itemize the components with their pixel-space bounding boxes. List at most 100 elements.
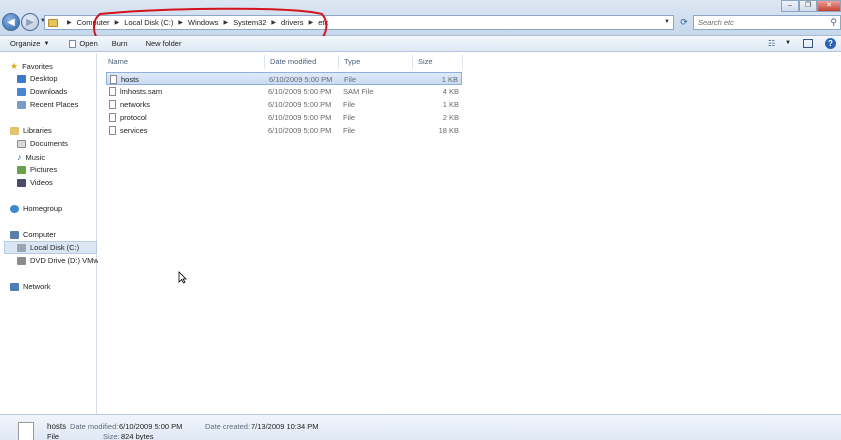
details-created-value: 7/13/2009 10:34 PM xyxy=(251,422,319,431)
back-button[interactable]: ◀ xyxy=(2,13,20,31)
nav-network[interactable]: Network xyxy=(10,282,51,291)
nav-pictures[interactable]: Pictures xyxy=(17,165,57,174)
chevron-right-icon[interactable]: ▶ xyxy=(67,19,72,26)
column-header-name[interactable]: Name xyxy=(108,57,128,66)
organize-button[interactable]: Organize ▼ xyxy=(10,39,49,48)
nav-label: Local Disk (C:) xyxy=(30,243,80,252)
file-row-networks[interactable]: networks 6/10/2009 5:00 PM File 1 KB xyxy=(106,98,462,111)
nav-local-disk[interactable]: Local Disk (C:) xyxy=(4,241,97,254)
close-button[interactable]: ✕ xyxy=(817,0,841,12)
search-icon[interactable]: ⚲ xyxy=(830,17,837,28)
breadcrumb-etc[interactable]: etc xyxy=(318,18,328,27)
views-dropdown[interactable]: ▼ xyxy=(785,40,791,46)
hard-drive-icon xyxy=(17,243,26,252)
nav-label: Documents xyxy=(30,139,68,148)
breadcrumb-computer[interactable]: Computer xyxy=(77,18,110,27)
column-divider[interactable] xyxy=(338,55,339,69)
file-type: SAM File xyxy=(343,87,374,96)
window-controls: – ❐ ✕ xyxy=(781,0,841,12)
file-row-protocol[interactable]: protocol 6/10/2009 5:00 PM File 2 KB xyxy=(106,111,462,124)
file-name: networks xyxy=(120,100,151,109)
file-icon xyxy=(110,75,117,84)
nav-libraries[interactable]: Libraries xyxy=(10,126,52,135)
file-list: Name Date modified Type Size hosts 6/10/… xyxy=(98,53,841,414)
file-date: 6/10/2009 5:00 PM xyxy=(268,100,332,109)
column-header-date[interactable]: Date modified xyxy=(270,57,316,66)
chevron-right-icon[interactable]: ▶ xyxy=(223,19,228,26)
refresh-icon[interactable]: ⟳ xyxy=(677,15,691,30)
nav-label: Desktop xyxy=(30,74,58,83)
search-input[interactable] xyxy=(694,16,822,29)
nav-videos[interactable]: Videos xyxy=(17,178,53,187)
file-size: 1 KB xyxy=(441,75,458,84)
music-icon: ♪ xyxy=(17,152,22,162)
details-created-label: Date created: xyxy=(205,422,251,431)
videos-icon xyxy=(17,178,26,187)
file-date: 6/10/2009 5:00 PM xyxy=(268,126,332,135)
file-row-hosts[interactable]: hosts 6/10/2009 5:00 PM File 1 KB xyxy=(106,72,462,85)
column-header-size[interactable]: Size xyxy=(418,57,433,66)
minimize-button[interactable]: – xyxy=(781,0,799,12)
file-name: lmhosts.sam xyxy=(120,87,163,96)
nav-recent-places[interactable]: Recent Places xyxy=(17,100,78,109)
details-modified-value: 6/10/2009 5:00 PM xyxy=(119,422,183,431)
nav-label: Downloads xyxy=(30,87,68,96)
column-header-type[interactable]: Type xyxy=(344,57,360,66)
chevron-right-icon[interactable]: ▶ xyxy=(178,19,183,26)
navigation-pane: ★ Favorites Desktop Downloads Recent Pla… xyxy=(0,53,99,414)
address-history-dropdown[interactable]: ▼ xyxy=(664,19,670,25)
burn-button[interactable]: Burn xyxy=(112,39,128,48)
column-divider[interactable] xyxy=(462,55,463,69)
search-box[interactable]: ⚲ xyxy=(693,15,841,30)
file-name: protocol xyxy=(120,113,147,122)
new-folder-button[interactable]: New folder xyxy=(146,39,182,48)
details-pane: hosts Date modified: 6/10/2009 5:00 PM D… xyxy=(0,414,841,440)
documents-icon xyxy=(17,139,26,148)
file-icon xyxy=(109,113,116,122)
document-icon xyxy=(69,39,77,48)
file-size: 1 KB xyxy=(442,100,459,109)
file-date: 6/10/2009 5:00 PM xyxy=(268,113,332,122)
nav-dvd-drive[interactable]: DVD Drive (D:) VMw xyxy=(17,256,99,265)
new-folder-label: New folder xyxy=(145,39,182,48)
command-bar: Organize ▼ Open Burn New folder ☷ ▼ ? xyxy=(0,36,841,52)
breadcrumb-local-disk[interactable]: Local Disk (C:) xyxy=(124,18,173,27)
views-icon[interactable]: ☷ xyxy=(768,39,775,48)
nav-label: Network xyxy=(23,282,51,291)
breadcrumb-system32[interactable]: System32 xyxy=(233,18,266,27)
homegroup-icon xyxy=(10,204,19,213)
help-icon[interactable]: ? xyxy=(825,38,836,49)
nav-downloads[interactable]: Downloads xyxy=(17,87,67,96)
network-icon xyxy=(10,282,19,291)
burn-label: Burn xyxy=(111,39,128,48)
breadcrumb-windows[interactable]: Windows xyxy=(188,18,218,27)
nav-computer[interactable]: Computer xyxy=(10,230,56,239)
nav-label: Videos xyxy=(30,178,53,187)
nav-documents[interactable]: Documents xyxy=(17,139,68,148)
breadcrumb-drivers[interactable]: drivers xyxy=(281,18,304,27)
chevron-right-icon[interactable]: ▶ xyxy=(309,19,314,26)
maximize-button[interactable]: ❐ xyxy=(799,0,817,12)
preview-pane-icon[interactable] xyxy=(803,39,813,48)
chevron-right-icon[interactable]: ▶ xyxy=(115,19,120,26)
file-row-lmhosts[interactable]: lmhosts.sam 6/10/2009 5:00 PM SAM File 4… xyxy=(106,85,462,98)
file-name: services xyxy=(120,126,148,135)
address-bar[interactable]: ▶ Computer ▶ Local Disk (C:) ▶ Windows ▶… xyxy=(44,15,674,30)
forward-button[interactable]: ▶ xyxy=(21,13,39,31)
computer-icon xyxy=(10,230,19,239)
open-button[interactable]: Open xyxy=(69,39,98,48)
file-type: File xyxy=(343,100,356,109)
file-size: 4 KB xyxy=(442,87,459,96)
nav-favorites[interactable]: ★ Favorites xyxy=(10,61,53,72)
nav-music[interactable]: ♪ Music xyxy=(17,152,45,162)
file-size: 2 KB xyxy=(442,113,459,122)
column-divider[interactable] xyxy=(264,55,265,69)
nav-desktop[interactable]: Desktop xyxy=(17,74,58,83)
file-icon xyxy=(109,100,116,109)
file-row-services[interactable]: services 6/10/2009 5:00 PM File 18 KB xyxy=(106,124,462,137)
column-divider[interactable] xyxy=(412,55,413,69)
nav-homegroup[interactable]: Homegroup xyxy=(10,204,62,213)
nav-label: Music xyxy=(25,152,46,162)
file-date: 6/10/2009 5:00 PM xyxy=(268,87,332,96)
chevron-right-icon[interactable]: ▶ xyxy=(271,19,276,26)
